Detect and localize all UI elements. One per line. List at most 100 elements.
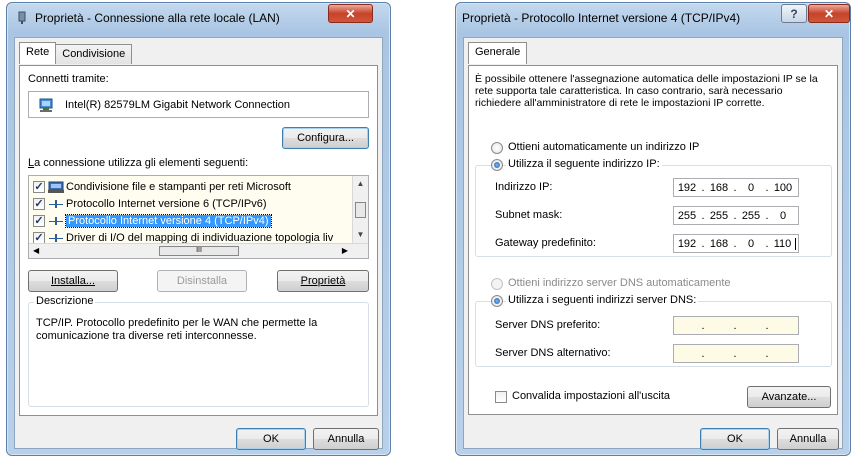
- auto-ip-radio[interactable]: [491, 142, 503, 154]
- ip-octet: 0: [747, 237, 755, 250]
- scroll-up-icon[interactable]: ▲: [353, 179, 368, 188]
- protocol-icon: [49, 199, 63, 209]
- auto-dns-radio[interactable]: [491, 278, 503, 290]
- ip-dot: .: [733, 347, 737, 360]
- cancel-button[interactable]: Annulla: [777, 428, 839, 450]
- ip-octet: 110: [770, 237, 796, 250]
- install-button[interactable]: Installa...: [28, 270, 118, 292]
- gateway-field[interactable]: 192. 168. 0. 110: [673, 234, 799, 253]
- subnet-mask-field[interactable]: 255. 255. 255. 0: [673, 206, 799, 225]
- validate-checkbox[interactable]: [495, 391, 507, 403]
- close-button[interactable]: ✕: [328, 4, 373, 23]
- rete-tab-page: Connetti tramite: Intel(R) 82579LM Gigab…: [19, 65, 378, 416]
- alternate-dns-label: Server DNS alternativo:: [495, 347, 611, 359]
- vertical-scrollbar[interactable]: ▲ ▼: [352, 176, 368, 244]
- network-card-icon: [39, 98, 53, 112]
- protocol-icon: [49, 233, 63, 243]
- network-adapter-icon: [18, 11, 26, 24]
- description-text: TCP/IP. Protocollo predefinito per le WA…: [36, 317, 318, 342]
- manual-dns-radio[interactable]: [491, 295, 503, 307]
- close-button[interactable]: ✕: [808, 4, 850, 23]
- manual-dns-label[interactable]: Utilizza i seguenti indirizzi server DNS…: [506, 294, 699, 306]
- ip-octet: 255: [741, 209, 761, 222]
- ip-dot: .: [765, 347, 769, 360]
- preferred-dns-field[interactable]: . . .: [673, 316, 799, 335]
- ip-octet: 255: [709, 209, 729, 222]
- advanced-button[interactable]: Avanzate...: [747, 386, 831, 408]
- protocol-icon: [49, 216, 63, 226]
- tab-condivisione[interactable]: Condivisione: [55, 44, 133, 64]
- connect-using-label: Connetti tramite:: [28, 73, 109, 85]
- scroll-thumb[interactable]: [355, 202, 366, 218]
- tab-rete[interactable]: Rete: [19, 42, 57, 64]
- properties-button[interactable]: Proprietà: [277, 270, 369, 292]
- adapter-field: Intel(R) 82579LM Gigabit Network Connect…: [28, 91, 369, 118]
- ip-address-field[interactable]: 192. 168. 0. 100: [673, 178, 799, 197]
- items-label: La connessione utilizza gli elementi seg…: [28, 157, 248, 169]
- manual-ip-radio[interactable]: [491, 159, 503, 171]
- ipv4-properties-titlebar[interactable]: Proprietà - Protocollo Internet versione…: [456, 3, 850, 33]
- ip-dot: .: [701, 319, 705, 332]
- hscroll-thumb[interactable]: III: [159, 246, 239, 256]
- ip-dot: .: [701, 347, 705, 360]
- ip-octet: 168: [709, 237, 729, 250]
- ip-octet: 192: [677, 237, 697, 250]
- ok-button[interactable]: OK: [236, 428, 306, 450]
- item-checkbox[interactable]: ✓: [33, 181, 45, 193]
- ip-octet: 0: [747, 181, 755, 194]
- help-icon: ?: [790, 6, 798, 21]
- list-item-selected[interactable]: ✓ Protocollo Internet versione 4 (TCP/IP…: [33, 213, 272, 229]
- manual-ip-label[interactable]: Utilizza il seguente indirizzo IP:: [506, 158, 662, 170]
- items-label-text: a connessione utilizza gli elementi segu…: [34, 157, 249, 169]
- item-label: Protocollo Internet versione 4 (TCP/IPv4…: [65, 214, 272, 228]
- scroll-right-icon[interactable]: ▶: [342, 246, 348, 255]
- help-button[interactable]: ?: [781, 4, 807, 23]
- ipv4-tabstrip: Generale: [468, 42, 528, 64]
- item-label: Protocollo Internet versione 6 (TCP/IPv6…: [66, 198, 267, 210]
- window-title: Proprietà - Protocollo Internet versione…: [462, 11, 741, 25]
- ip-dot: .: [765, 319, 769, 332]
- configure-button[interactable]: Configura...: [282, 127, 369, 149]
- install-button-label: Installa...: [50, 275, 96, 287]
- ip-octet: 100: [773, 181, 793, 194]
- item-checkbox[interactable]: ✓: [33, 198, 45, 210]
- lan-tabstrip: Rete Condivisione: [19, 42, 133, 64]
- ip-octet: 255: [677, 209, 697, 222]
- ip-address-label: Indirizzo IP:: [495, 181, 553, 193]
- cancel-button[interactable]: Annulla: [313, 428, 379, 450]
- list-item[interactable]: ✓ Condivisione file e stampanti per reti…: [33, 179, 291, 195]
- window-title: Proprietà - Connessione alla rete locale…: [35, 11, 280, 25]
- tab-generale[interactable]: Generale: [468, 42, 528, 64]
- close-icon: ✕: [345, 6, 356, 21]
- gateway-label: Gateway predefinito:: [495, 237, 596, 249]
- generale-tab-page: È possibile ottenere l'assegnazione auto…: [468, 65, 838, 415]
- lan-properties-titlebar[interactable]: Proprietà - Connessione alla rete locale…: [7, 3, 390, 33]
- scroll-left-icon[interactable]: ◀: [33, 246, 39, 255]
- lan-properties-window: Proprietà - Connessione alla rete locale…: [6, 2, 391, 456]
- close-icon: ✕: [823, 6, 835, 21]
- preferred-dns-label: Server DNS preferito:: [495, 319, 601, 331]
- intro-text: È possibile ottenere l'assegnazione auto…: [475, 73, 818, 109]
- auto-ip-label[interactable]: Ottieni automaticamente un indirizzo IP: [508, 141, 699, 153]
- alternate-dns-field[interactable]: . . .: [673, 344, 799, 363]
- adapter-name: Intel(R) 82579LM Gigabit Network Connect…: [65, 99, 291, 111]
- subnet-label: Subnet mask:: [495, 209, 563, 221]
- item-label: Condivisione file e stampanti per reti M…: [66, 181, 291, 193]
- uninstall-button[interactable]: Disinstalla: [157, 270, 247, 292]
- description-title: Descrizione: [34, 295, 96, 307]
- ip-octet: 192: [677, 181, 697, 194]
- ok-button[interactable]: OK: [700, 428, 770, 450]
- ip-dot: .: [733, 319, 737, 332]
- validate-label[interactable]: Convalida impostazioni all'uscita: [512, 390, 670, 402]
- components-list[interactable]: ✓ Condivisione file e stampanti per reti…: [28, 175, 369, 259]
- list-item[interactable]: ✓ Protocollo Internet versione 6 (TCP/IP…: [33, 196, 267, 212]
- ip-octet: 168: [709, 181, 729, 194]
- scroll-down-icon[interactable]: ▼: [353, 230, 368, 239]
- auto-dns-label[interactable]: Ottieni indirizzo server DNS automaticam…: [508, 277, 731, 289]
- lan-properties-client: Rete Condivisione Connetti tramite: Inte…: [14, 37, 383, 450]
- ipv4-properties-window: Proprietà - Protocollo Internet versione…: [455, 2, 851, 456]
- file-printer-sharing-icon: [48, 181, 64, 193]
- horizontal-scrollbar[interactable]: ◀ III ▶: [29, 243, 368, 258]
- ip-octet: 0: [779, 209, 787, 222]
- item-checkbox[interactable]: ✓: [33, 215, 45, 227]
